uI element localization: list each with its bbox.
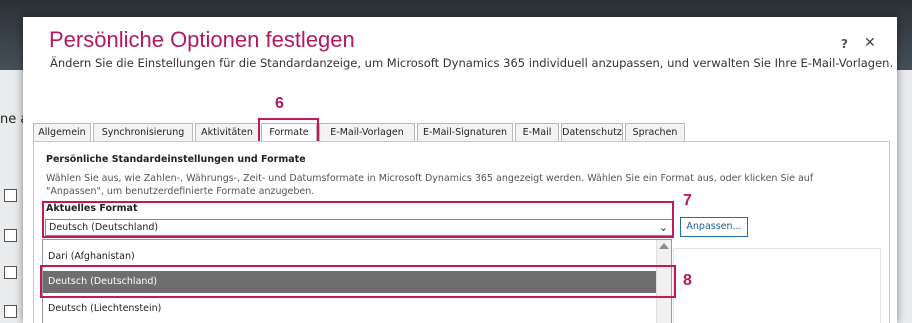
callout-number-7: 7	[683, 192, 692, 209]
tab-email-vorlagen[interactable]: E-Mail-Vorlagen	[319, 123, 415, 141]
scroll-up-arrow-icon[interactable]	[659, 243, 669, 249]
background-checkbox	[4, 189, 17, 202]
format-option[interactable]: Deutsch (Liechtenstein)	[43, 298, 658, 320]
tab-aktivitaeten[interactable]: Aktivitäten	[195, 123, 259, 141]
background-checkbox	[4, 305, 17, 318]
formats-description: Wählen Sie aus, wie Zahlen-, Währungs-, …	[46, 173, 814, 197]
tab-email[interactable]: E-Mail	[515, 123, 559, 141]
tab-email-signaturen[interactable]: E-Mail-Signaturen	[417, 123, 513, 141]
formats-heading: Persönliche Standardeinstellungen und Fo…	[46, 154, 306, 165]
customize-button[interactable]: Anpassen...	[680, 217, 748, 237]
dialog-subtitle: Ändern Sie die Einstellungen für die Sta…	[50, 56, 894, 70]
background-checkbox	[4, 229, 17, 242]
callout-number-6: 6	[275, 95, 284, 112]
background-checkbox	[4, 266, 17, 279]
tab-allgemein[interactable]: Allgemein	[33, 123, 91, 141]
callout-box-current-format	[42, 201, 674, 238]
dialog-title: Persönliche Optionen festlegen	[49, 27, 355, 52]
tab-sprachen[interactable]: Sprachen	[625, 123, 685, 141]
callout-number-8: 8	[683, 272, 692, 289]
personal-options-dialog: Persönliche Optionen festlegen Ändern Si…	[23, 17, 897, 323]
callout-box-selected-option	[40, 265, 676, 298]
tab-synchronisierung[interactable]: Synchronisierung	[93, 123, 193, 141]
close-button[interactable]: ✕	[864, 35, 876, 51]
tab-datenschutz[interactable]: Datenschutz	[561, 123, 623, 141]
help-button[interactable]: ?	[841, 37, 848, 51]
format-preview-box	[673, 248, 881, 323]
